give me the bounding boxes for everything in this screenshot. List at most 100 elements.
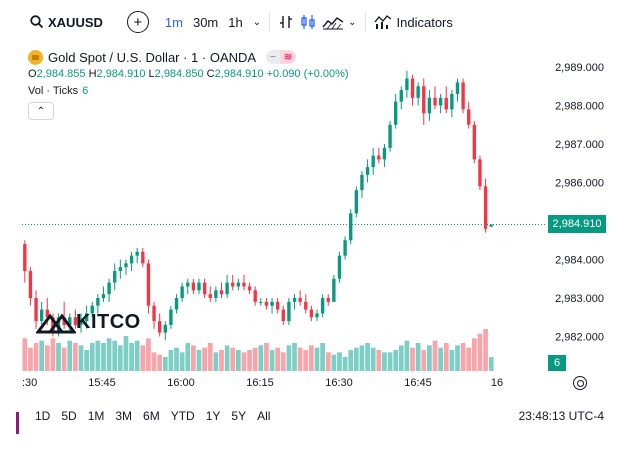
bar-style-icon[interactable] [278,14,294,30]
candle-body [146,263,151,306]
timeframe-1h[interactable]: 1h [228,15,242,30]
candle-style-icon[interactable] [300,14,316,30]
range-1y[interactable]: 1Y [206,409,221,423]
candle-body [191,282,196,291]
time-tick-label: 16:45 [404,377,432,389]
volume-bar [275,347,281,371]
low-value: 2,984.850 [154,68,204,80]
volume-bar [157,354,163,371]
bottom-toolbar: 1D 5D 1M 3M 6M YTD 1Y 5Y All 23:48:13 UT… [0,402,620,430]
add-compare-icon[interactable]: + [126,11,149,33]
volume-bar [320,343,325,371]
indicators-button[interactable]: Indicators [374,7,453,37]
minus-icon[interactable]: − [266,50,281,64]
volume-bar [342,357,348,371]
candle-body [309,309,314,318]
range-ytd[interactable]: YTD [171,409,195,423]
open-value: 2,984.855 [36,68,86,80]
candle-body [197,282,201,291]
range-5y[interactable]: 5Y [231,409,246,423]
range-all[interactable]: All [257,409,270,423]
timeframe-30m[interactable]: 30m [193,15,218,30]
range-6m[interactable]: 6M [143,409,160,423]
legend-toggle[interactable]: − ≋ [266,50,297,64]
settings-icon[interactable] [573,376,587,390]
candle-body [427,97,432,114]
candle-body [371,155,375,168]
volume-bar [348,350,354,371]
area-style-icon[interactable] [322,14,344,30]
volume-bar [84,350,89,371]
range-1d[interactable]: 1D [35,409,50,423]
candle-body [264,301,269,306]
candle-body [141,251,145,264]
timeframe-1m[interactable]: 1m [165,15,183,30]
candle-body [399,90,403,102]
volume-legend: Vol · Ticks 6 [28,85,349,97]
volume-bar [297,347,303,371]
volume-bar [477,333,483,371]
volume-bar [191,345,196,371]
candle-body [253,290,257,302]
candle-body [377,155,381,160]
high-value: 2,984.910 [96,68,146,80]
candle-body [219,290,224,295]
price-tick-label: 2,986.000 [555,178,604,190]
time-tick-label: :30 [22,377,37,389]
candle-body [174,298,179,310]
candle-body [360,174,364,191]
volume-bar [331,354,337,371]
chevron-down-icon[interactable]: ⌄ [253,17,261,28]
candle-body [393,101,398,125]
date-ranges: 1D 5D 1M 3M 6M YTD 1Y 5Y All [35,409,270,423]
candle-body [405,78,409,91]
candle-body [304,301,308,310]
candle-body [343,240,347,256]
volume-bar [179,352,185,371]
volume-bar [67,340,73,371]
candle-body [135,251,139,256]
candle-body [472,124,477,160]
watermark-text: KITCO [76,311,141,333]
candle-body [349,213,353,241]
candle-body [107,282,111,295]
candle-body [332,278,336,302]
collapse-legend-button[interactable]: ⌃ [28,102,54,120]
candle-body [315,313,319,318]
price-tick-label: 2,987.000 [555,139,604,151]
candle-body [247,286,252,291]
volume-bar [466,347,472,371]
candle-body [388,124,392,148]
candle-body [202,282,207,295]
range-1m[interactable]: 1M [88,409,105,423]
candle-body [410,78,415,98]
volume-bar [230,347,236,371]
chevron-up-icon: ⌃ [36,105,46,117]
volume-bar [50,338,56,371]
ohlc-values: O2,984.855 H2,984.910 L2,984.850 C2,984.… [28,68,349,80]
candle-body [365,167,370,175]
range-3m[interactable]: 3M [115,409,132,423]
volume-bar [460,343,466,371]
utc-clock[interactable]: 23:48:13 UTC-4 [519,409,604,423]
volume-bar [443,343,449,371]
volume-bar [151,352,157,371]
candle-body [152,305,156,322]
waves-icon[interactable]: ≋ [280,50,297,64]
range-5d[interactable]: 5D [61,409,76,423]
chevron-down-icon[interactable]: ⌄ [348,17,356,28]
volume-bar [235,350,241,371]
volume-bar [393,350,399,371]
candle-body [163,324,167,333]
volume-bar [427,345,432,371]
volume-bar [196,350,202,371]
candle-body [96,298,100,306]
volume-bar [286,345,292,371]
volume-bar [78,345,84,371]
volume-bar [168,350,174,371]
volume-bar [33,343,39,371]
time-tick-label: 16:00 [167,377,195,389]
indicators-icon [374,15,391,29]
volume-bar [134,340,140,371]
symbol-search[interactable]: XAUUSD [30,7,103,37]
